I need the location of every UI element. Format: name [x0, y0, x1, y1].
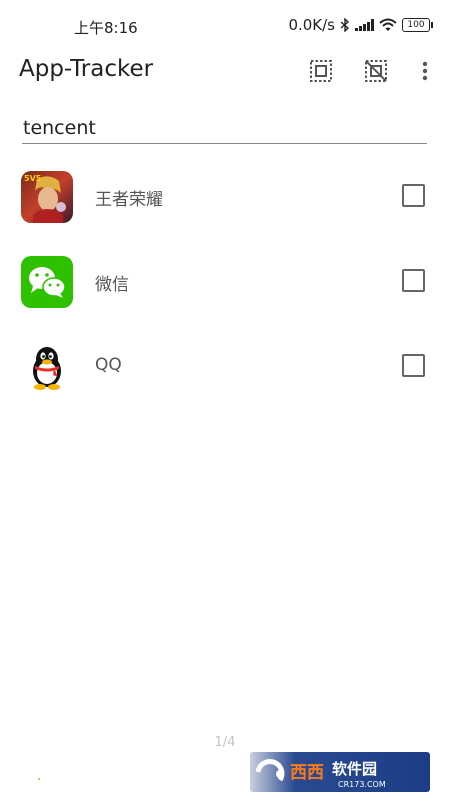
decorative-dot	[38, 778, 40, 780]
more-vert-icon[interactable]	[413, 59, 437, 83]
svg-text:西西: 西西	[290, 763, 324, 783]
honor-of-kings-icon: 5V5	[21, 171, 73, 223]
deselect-all-icon[interactable]	[364, 59, 388, 83]
network-speed: 0.0K/s	[288, 16, 335, 34]
select-all-icon[interactable]	[309, 59, 333, 83]
app-checkbox[interactable]	[402, 184, 425, 207]
signal-icon	[355, 19, 374, 31]
list-item[interactable]: 微信	[0, 239, 450, 324]
search-input[interactable]	[22, 112, 427, 144]
svg-text:CR173.COM: CR173.COM	[338, 780, 386, 789]
bluetooth-icon	[340, 18, 350, 32]
app-title: App-Tracker	[19, 56, 154, 82]
app-checkbox[interactable]	[402, 354, 425, 377]
status-bar: 上午8:16 0.0K/s 100	[0, 0, 450, 50]
svg-text:5V5: 5V5	[24, 174, 42, 183]
list-item[interactable]: 5V5 王者荣耀	[0, 154, 450, 239]
svg-text:软件园: 软件园	[332, 760, 377, 778]
status-right: 0.0K/s 100	[288, 16, 433, 34]
watermark-logo: 西西 软件园 CR173.COM	[250, 752, 430, 792]
qq-icon	[33, 347, 61, 390]
app-toolbar: App-Tracker	[0, 50, 450, 94]
wechat-icon	[21, 256, 73, 308]
page-indicator: 1/4	[214, 735, 236, 750]
app-name: 王者荣耀	[95, 190, 163, 210]
status-time: 上午8:16	[74, 19, 138, 37]
list-item[interactable]: QQ	[0, 324, 450, 409]
wifi-icon	[379, 18, 397, 31]
battery-icon: 100	[402, 18, 433, 32]
app-name: 微信	[95, 275, 129, 295]
app-checkbox[interactable]	[402, 269, 425, 292]
app-name: QQ	[95, 355, 122, 375]
